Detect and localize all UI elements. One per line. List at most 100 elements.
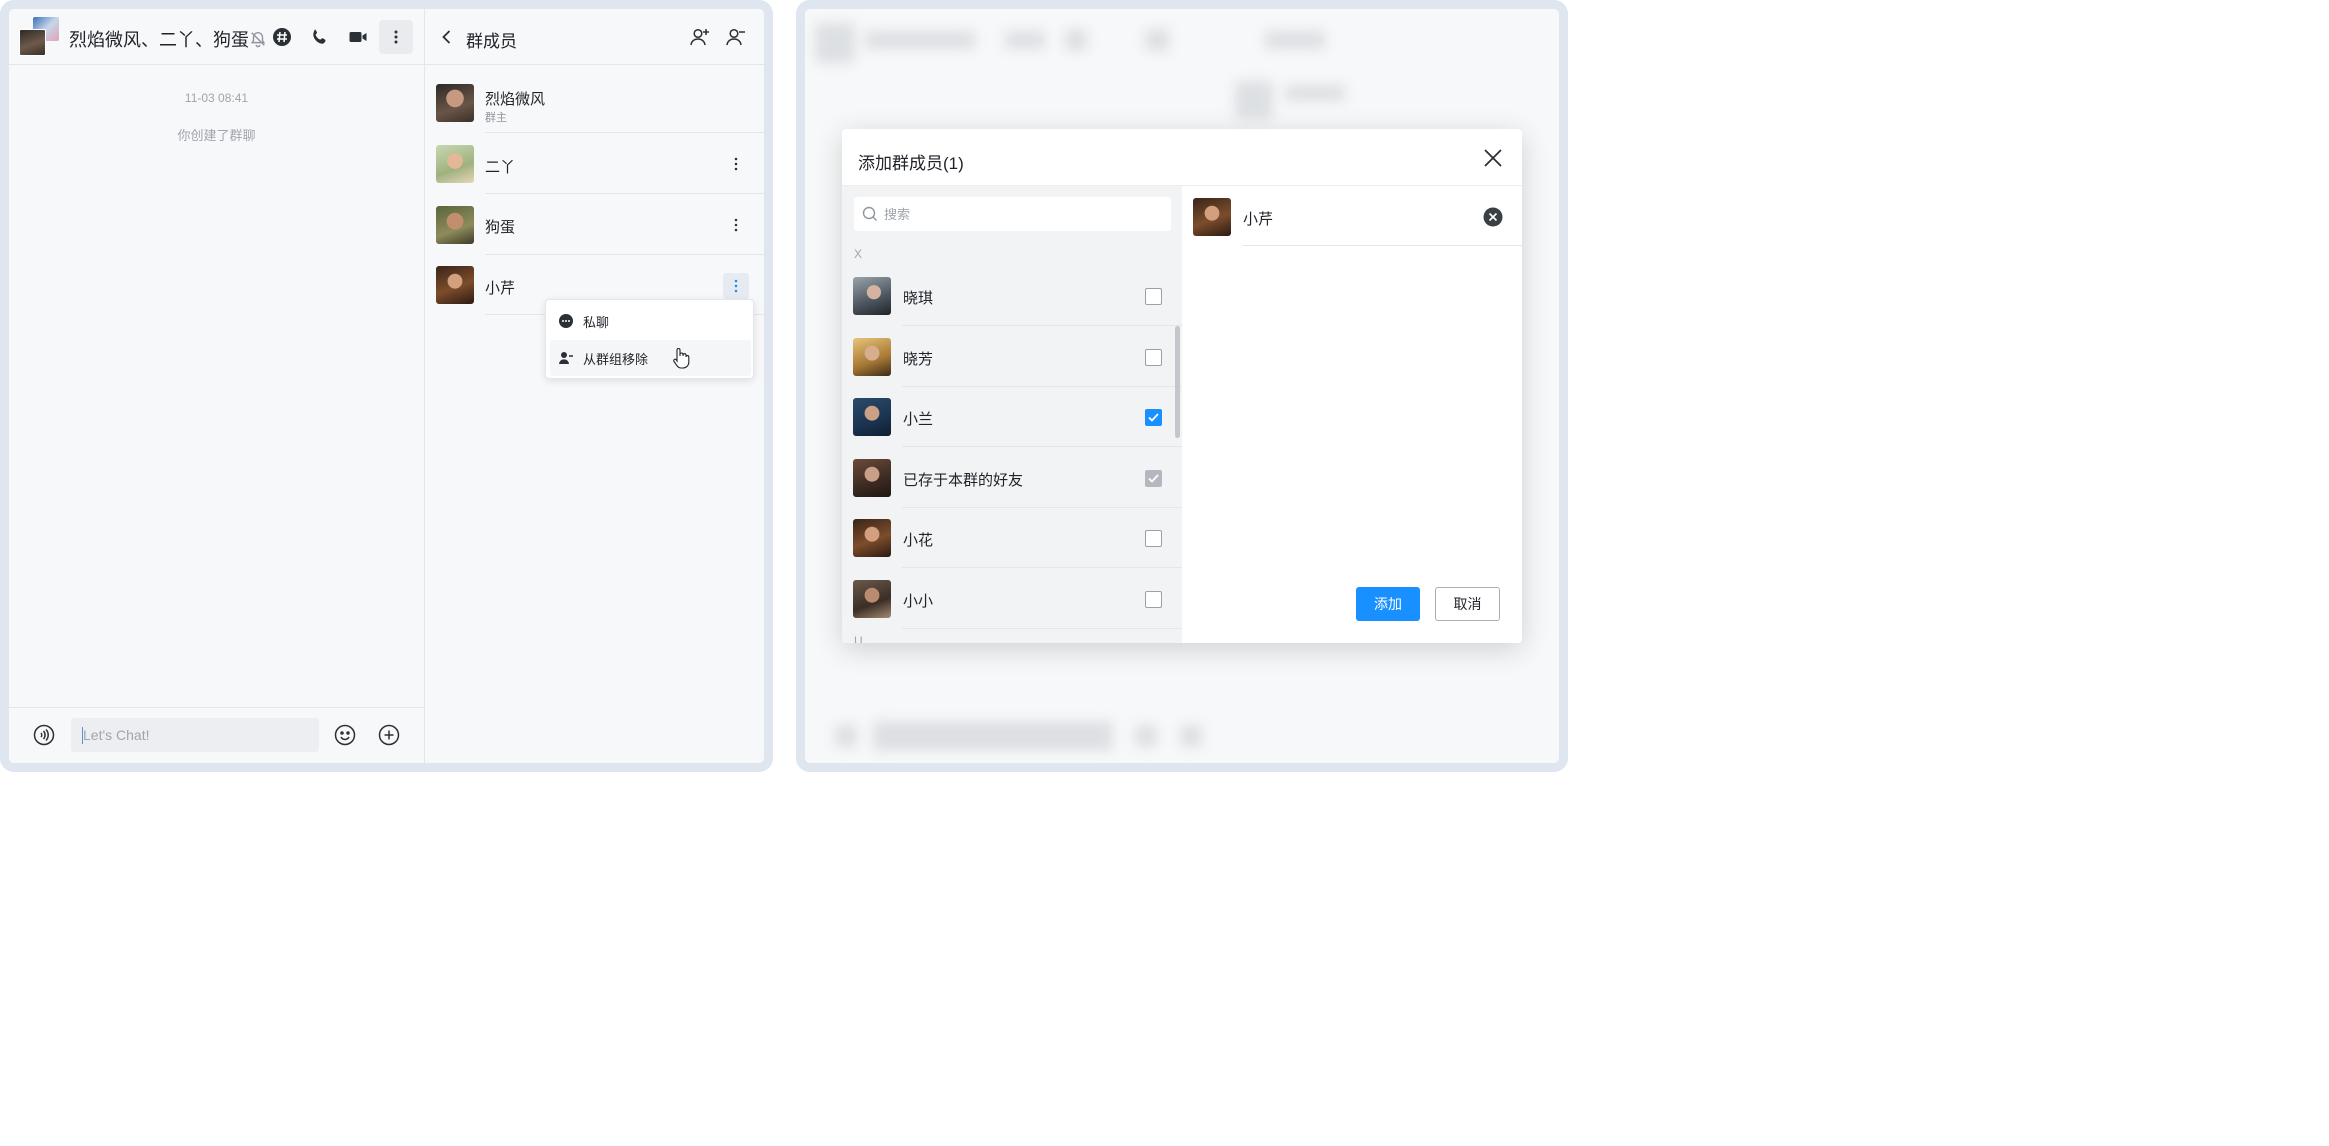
menu-item-remove-from-group[interactable]: 从群组移除: [550, 340, 751, 376]
selected-name: 小芹: [1243, 211, 1274, 228]
group-avatar[interactable]: [19, 17, 59, 56]
chat-bubble-icon: [558, 313, 574, 329]
add-member-window: 添加群成员(1) X 晓琪 晓芳: [796, 0, 1568, 772]
add-button[interactable]: 添加: [1356, 587, 1420, 621]
chat-pane: 烈焰微风、二丫、狗蛋 11-03 08:41 你创建了群聊: [9, 9, 425, 763]
voice-icon[interactable]: [33, 724, 55, 746]
member-name: 二丫: [485, 159, 516, 176]
blur-block: [835, 725, 857, 747]
menu-item-private-chat[interactable]: 私聊: [550, 303, 751, 339]
member-row[interactable]: 狗蛋: [425, 195, 764, 255]
hand-cursor-icon: [671, 347, 691, 369]
checkbox[interactable]: [1145, 530, 1162, 547]
blur-block: [1180, 725, 1202, 747]
add-member-dialog: 添加群成员(1) X 晓琪 晓芳: [842, 129, 1522, 643]
candidate-name: 晓琪: [903, 290, 934, 307]
members-pane: 群成员 烈焰微风 群主 二丫 狗蛋 小芹: [425, 9, 764, 763]
row-divider: [902, 567, 1182, 568]
video-icon[interactable]: [344, 23, 372, 51]
row-divider: [902, 325, 1182, 326]
phone-icon[interactable]: [306, 23, 334, 51]
blur-block: [815, 23, 855, 63]
chat-title-text: 烈焰微风、二丫、狗蛋: [69, 30, 249, 50]
row-divider: [1243, 245, 1522, 246]
member-name: 狗蛋: [485, 219, 516, 236]
search-input[interactable]: [884, 197, 1164, 231]
remove-member-icon[interactable]: [725, 26, 747, 48]
member-row[interactable]: 烈焰微风 群主: [425, 73, 764, 133]
avatar: [853, 459, 891, 497]
chat-input-bar: [9, 707, 424, 763]
remove-user-icon: [558, 350, 574, 366]
checkbox: [1145, 470, 1162, 487]
candidate-row[interactable]: 晓芳: [842, 327, 1182, 387]
menu-item-label: 私聊: [583, 314, 610, 330]
message-input[interactable]: [71, 718, 319, 752]
close-icon[interactable]: [1481, 146, 1505, 170]
checkbox[interactable]: [1145, 288, 1162, 305]
blur-block: [1135, 725, 1157, 747]
blur-block: [1005, 31, 1045, 49]
checkbox[interactable]: [1145, 349, 1162, 366]
member-row[interactable]: 二丫: [425, 134, 764, 194]
blur-block: [1065, 29, 1087, 51]
search-box: [854, 197, 1171, 231]
remove-circle-icon[interactable]: [1483, 207, 1503, 227]
avatar: [1193, 198, 1231, 236]
row-divider: [902, 628, 1182, 629]
group-avatar-tile: [19, 29, 46, 56]
avatar: [853, 277, 891, 315]
cancel-button[interactable]: 取消: [1435, 587, 1500, 621]
checkmark-icon: [1148, 474, 1159, 483]
add-member-icon[interactable]: [689, 26, 711, 48]
blur-block: [1145, 29, 1169, 51]
candidate-row[interactable]: 小小: [842, 569, 1182, 629]
more-vertical-icon[interactable]: [723, 273, 749, 299]
candidate-name: 小花: [903, 532, 934, 549]
member-name: 烈焰微风: [485, 91, 546, 108]
more-vertical-icon[interactable]: [723, 212, 749, 238]
avatar: [853, 398, 891, 436]
checkmark-icon: [1148, 413, 1159, 422]
text-caret: [82, 727, 83, 744]
avatar: [853, 338, 891, 376]
member-name: 小芹: [485, 280, 516, 297]
dialog-header: 添加群成员(1): [842, 129, 1522, 186]
search-icon: [862, 206, 878, 222]
chat-header: 烈焰微风、二丫、狗蛋: [9, 9, 424, 65]
hashtag-icon[interactable]: [268, 23, 296, 51]
checkbox[interactable]: [1145, 409, 1162, 426]
checkbox[interactable]: [1145, 591, 1162, 608]
member-role: 群主: [485, 112, 507, 124]
blur-block: [1265, 31, 1325, 49]
blur-block: [1285, 85, 1345, 101]
selected-row: 小芹: [1182, 186, 1522, 246]
more-vertical-icon[interactable]: [379, 20, 413, 54]
plus-circle-icon[interactable]: [378, 724, 400, 746]
chat-title: 烈焰微风、二丫、狗蛋: [69, 26, 267, 52]
candidate-name: 小兰: [903, 411, 934, 428]
candidate-row[interactable]: 晓琪: [842, 266, 1182, 326]
avatar: [853, 519, 891, 557]
dialog-title: 添加群成员(1): [858, 154, 964, 173]
avatar: [436, 145, 474, 183]
candidate-row[interactable]: 小兰: [842, 387, 1182, 447]
section-header: X: [854, 247, 863, 261]
avatar: [436, 266, 474, 304]
row-divider: [485, 193, 764, 194]
member-context-menu: 私聊 从群组移除: [545, 299, 754, 379]
blur-block: [873, 721, 1113, 751]
more-vertical-icon[interactable]: [723, 151, 749, 177]
avatar: [436, 206, 474, 244]
candidate-row[interactable]: 小花: [842, 508, 1182, 568]
row-divider: [902, 446, 1182, 447]
scrollbar[interactable]: [1175, 326, 1180, 438]
row-divider: [485, 132, 764, 133]
back-arrow-icon[interactable]: [437, 27, 457, 47]
emoji-icon[interactable]: [334, 724, 356, 746]
blur-block: [1235, 81, 1273, 119]
members-title: 群成员: [466, 32, 517, 51]
mute-icon: [249, 30, 267, 48]
system-message: 你创建了群聊: [177, 128, 256, 143]
members-header: 群成员: [425, 9, 764, 65]
